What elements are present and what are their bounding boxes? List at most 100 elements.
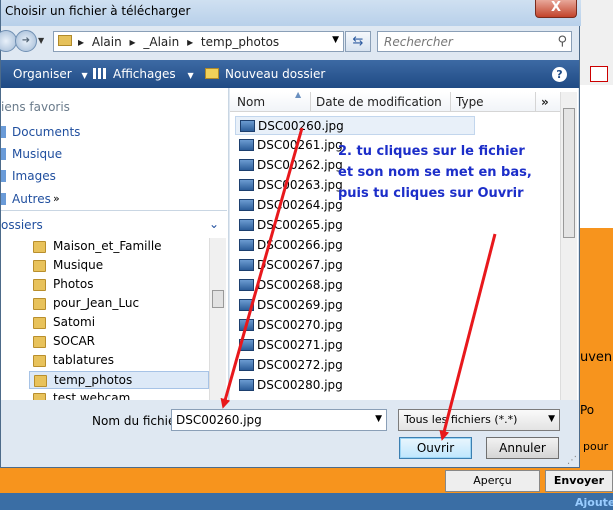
folder-item-selected[interactable]: temp_photos bbox=[29, 371, 209, 389]
folder-label: test webcam bbox=[53, 391, 131, 400]
file-row-selected[interactable]: DSC00260.jpg bbox=[235, 116, 475, 135]
background-orange-area bbox=[578, 228, 613, 468]
folder-item[interactable]: pour_Jean_Luc bbox=[29, 295, 209, 313]
send-button[interactable]: Envoyer bbox=[545, 470, 613, 492]
folder-item[interactable]: SOCAR bbox=[29, 333, 209, 351]
forward-button[interactable]: ➜ bbox=[15, 30, 37, 52]
favorite-documents[interactable]: Documents bbox=[12, 125, 80, 139]
favorite-others[interactable]: Autres bbox=[12, 192, 51, 206]
preview-button[interactable]: Aperçu bbox=[445, 470, 540, 492]
file-row[interactable]: DSC00271.jpg bbox=[235, 336, 475, 355]
resize-grip-icon[interactable]: ⋰ bbox=[567, 455, 577, 466]
refresh-icon: ⇆ bbox=[352, 34, 364, 49]
folder-item[interactable]: Satomi bbox=[29, 314, 209, 332]
image-file-icon bbox=[239, 359, 254, 371]
file-row[interactable]: DSC00267.jpg bbox=[235, 256, 475, 275]
toolbar: Organiser ▼ Affichages ▼ Nouveau dossier… bbox=[1, 60, 579, 88]
instruction-annotation: 2. tu cliques sur le fichier et son nom … bbox=[338, 141, 568, 204]
background-panel bbox=[578, 85, 613, 228]
image-file-icon bbox=[239, 139, 254, 151]
folder-item[interactable]: Musique bbox=[29, 257, 209, 275]
file-row[interactable]: DSC00280.jpg bbox=[235, 376, 475, 395]
background-text: pour bbox=[583, 440, 609, 453]
new-folder-icon bbox=[205, 68, 219, 79]
folder-item[interactable]: test webcam bbox=[29, 390, 209, 400]
breadcrumb-separator: ▸ bbox=[129, 35, 136, 49]
pictures-icon bbox=[1, 170, 6, 182]
address-bar[interactable]: ▸ Alain ▸ _Alain ▸ temp_photos ▼ bbox=[53, 31, 344, 52]
search-placeholder: Rechercher bbox=[384, 35, 453, 49]
file-name: DSC00266.jpg bbox=[257, 238, 343, 252]
search-input[interactable]: Rechercher ⚲ bbox=[377, 31, 572, 52]
folder-item[interactable]: Maison_et_Famille bbox=[29, 238, 209, 256]
file-row[interactable]: DSC00270.jpg bbox=[235, 316, 475, 335]
breadcrumb-item[interactable]: temp_photos bbox=[201, 35, 279, 49]
title-bar[interactable]: Choisir un fichier à télécharger X bbox=[1, 0, 581, 26]
folders-header[interactable]: ossiers ⌄ bbox=[1, 210, 227, 238]
folder-item[interactable]: Photos bbox=[29, 276, 209, 294]
scrollbar-thumb[interactable] bbox=[212, 290, 224, 308]
column-date-modified[interactable]: Date de modification bbox=[316, 95, 442, 109]
others-icon bbox=[1, 193, 6, 205]
cancel-button[interactable]: Annuler bbox=[486, 437, 559, 459]
file-row[interactable]: DSC00269.jpg bbox=[235, 296, 475, 315]
file-row[interactable]: DSC00265.jpg bbox=[235, 216, 475, 235]
filename-input[interactable]: DSC00260.jpg ▼ bbox=[171, 409, 387, 431]
folders-label: ossiers bbox=[1, 218, 43, 232]
organize-menu[interactable]: Organiser ▼ bbox=[13, 67, 88, 81]
new-folder-button[interactable]: Nouveau dossier bbox=[205, 67, 325, 81]
breadcrumb-item[interactable]: Alain bbox=[92, 35, 122, 49]
refresh-button[interactable]: ⇆ bbox=[345, 31, 371, 52]
open-button[interactable]: Ouvrir bbox=[399, 437, 472, 459]
more-columns-icon[interactable]: » bbox=[541, 95, 549, 109]
help-icon[interactable]: ? bbox=[552, 67, 567, 82]
recent-pages-dropdown[interactable]: ▼ bbox=[38, 36, 44, 45]
arrow-right-icon: ➜ bbox=[21, 35, 31, 46]
favorite-images[interactable]: Images bbox=[12, 169, 56, 183]
file-row[interactable]: DSC00266.jpg bbox=[235, 236, 475, 255]
file-name: DSC00264.jpg bbox=[257, 198, 343, 212]
column-type[interactable]: Type bbox=[456, 95, 484, 109]
folder-item[interactable]: tablatures bbox=[29, 352, 209, 370]
image-file-icon bbox=[239, 219, 254, 231]
file-row[interactable]: DSC00268.jpg bbox=[235, 276, 475, 295]
chevron-down-icon: ⌄ bbox=[209, 217, 220, 231]
file-list-scrollbar[interactable] bbox=[560, 92, 577, 400]
window-title: Choisir un fichier à télécharger bbox=[5, 4, 191, 18]
more-favorites-icon[interactable]: » bbox=[53, 192, 60, 205]
image-file-icon bbox=[239, 319, 254, 331]
chevron-down-icon[interactable]: ▼ bbox=[332, 35, 339, 45]
breadcrumb-separator: ▸ bbox=[78, 35, 85, 49]
breadcrumb: ▸ Alain ▸ _Alain ▸ temp_photos bbox=[78, 35, 283, 49]
column-separator[interactable] bbox=[450, 92, 451, 112]
favorite-music[interactable]: Musique bbox=[12, 147, 62, 161]
folder-icon bbox=[34, 375, 47, 387]
file-name: DSC00270.jpg bbox=[257, 318, 343, 332]
file-name: DSC00269.jpg bbox=[257, 298, 343, 312]
file-type-select[interactable]: Tous les fichiers (*.*) ▼ bbox=[398, 409, 560, 431]
column-name[interactable]: Nom bbox=[237, 95, 265, 109]
annotation-line: et son nom se met en bas, bbox=[338, 165, 532, 180]
breadcrumb-item[interactable]: _Alain bbox=[143, 35, 179, 49]
image-file-icon bbox=[239, 279, 254, 291]
column-separator[interactable] bbox=[310, 92, 311, 112]
file-name: DSC00268.jpg bbox=[257, 278, 343, 292]
add-link[interactable]: Ajouter bbox=[575, 496, 613, 509]
background-text: Po bbox=[580, 403, 595, 417]
chevron-down-icon[interactable]: ▼ bbox=[375, 414, 382, 424]
file-row[interactable]: DSC00272.jpg bbox=[235, 356, 475, 375]
folder-scrollbar[interactable] bbox=[209, 238, 226, 400]
annotation-line: 2. tu cliques sur le fichier bbox=[338, 144, 525, 159]
folder-icon bbox=[33, 317, 46, 329]
image-file-icon bbox=[239, 239, 254, 251]
background-text: uven bbox=[580, 350, 613, 365]
filename-value: DSC00260.jpg bbox=[176, 413, 262, 427]
folder-label: Musique bbox=[53, 258, 104, 272]
documents-icon bbox=[1, 126, 6, 138]
close-button[interactable]: X bbox=[535, 0, 577, 18]
image-file-icon bbox=[239, 339, 254, 351]
column-separator[interactable] bbox=[535, 92, 536, 112]
sort-ascending-icon: ▲ bbox=[295, 90, 302, 99]
breadcrumb-separator: ▸ bbox=[187, 35, 194, 49]
views-menu[interactable]: Affichages ▼ bbox=[93, 67, 194, 81]
